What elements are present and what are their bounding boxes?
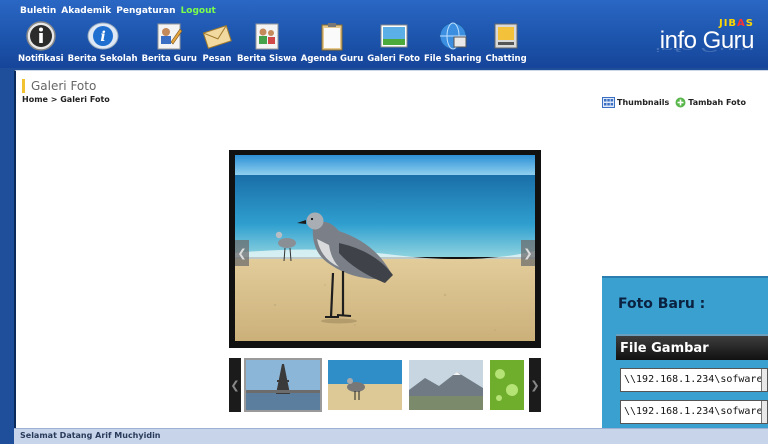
file-image-header: File Gambar	[616, 334, 768, 360]
thumbs-prev-button[interactable]: ❮	[229, 358, 241, 412]
previous-photo-button[interactable]: ❮	[235, 240, 249, 266]
toolbar-agenda-guru[interactable]: Agenda Guru	[299, 20, 366, 66]
add-icon	[675, 97, 686, 108]
gallery-actions: Thumbnails Tambah Foto	[602, 97, 746, 108]
file-input-1[interactable]: \\192.168.1.234\sofware	[620, 368, 768, 392]
info-icon	[26, 21, 56, 51]
teacher-news-icon	[157, 23, 183, 50]
toolbar-label: File Sharing	[423, 54, 482, 64]
thumbnails-button[interactable]: Thumbnails	[602, 97, 669, 108]
file-path-1: \\192.168.1.234\sofware	[624, 374, 763, 385]
add-photo-label: Tambah Foto	[688, 98, 746, 107]
thumbnail-eiffel-tower[interactable]	[244, 358, 322, 412]
logout-link[interactable]: Logout	[181, 6, 216, 16]
breadcrumb[interactable]: Home > Galeri Foto	[22, 95, 110, 104]
chevron-left-icon: ❮	[230, 378, 240, 392]
thumbs-next-button[interactable]: ❯	[529, 358, 541, 412]
thumbnail-image	[246, 360, 320, 410]
thumbnail-seagull-beach[interactable]	[326, 358, 404, 412]
toolbar-berita-guru[interactable]: Berita Guru	[140, 20, 199, 66]
chevron-right-icon: ❯	[523, 246, 533, 260]
brand-logo: JIBAS info Guru info Guru	[655, 18, 754, 63]
photo-icon	[380, 24, 408, 48]
welcome-text: Selamat Datang Arif Muchyidin	[20, 431, 161, 440]
chat-icon	[494, 23, 518, 49]
toolbar-chatting[interactable]: Chatting	[483, 20, 528, 66]
app-name-reflection: info Guru	[655, 48, 754, 53]
thumbnail-green-leaf[interactable]	[488, 358, 526, 412]
title-bar: Galeri Foto	[22, 79, 96, 93]
file-sharing-icon	[439, 22, 467, 50]
menu-buletin[interactable]: Buletin	[20, 6, 56, 16]
toolbar-berita-sekolah[interactable]: i Berita Sekolah	[66, 20, 140, 66]
grid-icon	[602, 97, 616, 108]
toolbar-pesan[interactable]: Pesan	[199, 20, 235, 66]
toolbar-label: Agenda Guru	[300, 54, 364, 64]
student-news-icon	[255, 23, 279, 50]
browse-button-2[interactable]	[761, 401, 767, 423]
thumbnail-strip: ❮ ❯	[229, 358, 541, 412]
chevron-left-icon: ❮	[237, 246, 247, 260]
thumbnail-image	[409, 360, 483, 410]
menu-akademik[interactable]: Akademik	[61, 6, 111, 16]
toolbar-label: Pesan	[202, 54, 232, 64]
photo-viewer: ❮ ❯	[229, 150, 541, 348]
menu-pengaturan[interactable]: Pengaturan	[116, 6, 175, 16]
envelope-icon	[202, 25, 232, 49]
new-photo-panel: Foto Baru : File Gambar \\192.168.1.234\…	[602, 276, 768, 444]
toolbar-label: Berita Sekolah	[67, 54, 138, 64]
thumbnail-image	[328, 360, 402, 410]
main-toolbar: Notifikasi i Berita Sekolah Berita Guru	[16, 20, 529, 66]
toolbar-label: Galeri Foto	[367, 54, 420, 64]
top-menu: Buletin Akademik Pengaturan Logout	[20, 6, 216, 16]
page-title: Galeri Foto	[31, 79, 97, 93]
thumbnail-mountains[interactable]	[407, 358, 485, 412]
file-path-2: \\192.168.1.234\sofware	[624, 406, 763, 417]
toolbar-label: Chatting	[485, 54, 527, 64]
thumbnails-label: Thumbnails	[617, 98, 670, 107]
add-photo-button[interactable]: Tambah Foto	[675, 97, 746, 108]
clipboard-icon	[321, 23, 343, 51]
status-footer: Selamat Datang Arif Muchyidin	[14, 428, 768, 444]
app-header: Buletin Akademik Pengaturan Logout Notif…	[0, 0, 768, 68]
svg-text:i: i	[100, 29, 105, 45]
new-photo-title: Foto Baru :	[618, 296, 706, 312]
toolbar-label: Notifikasi	[18, 54, 64, 64]
chevron-right-icon: ❯	[530, 378, 540, 392]
toolbar-file-sharing[interactable]: File Sharing	[422, 20, 484, 66]
toolbar-galeri-foto[interactable]: Galeri Foto	[365, 20, 422, 66]
browse-button-1[interactable]	[761, 369, 767, 391]
file-input-2[interactable]: \\192.168.1.234\sofware	[620, 400, 768, 424]
toolbar-berita-siswa[interactable]: Berita Siswa	[235, 20, 299, 66]
toolbar-label: Berita Siswa	[236, 54, 297, 64]
main-photo[interactable]	[235, 155, 535, 341]
next-photo-button[interactable]: ❯	[521, 240, 535, 266]
thumbnail-image	[490, 360, 524, 410]
info-globe-icon: i	[87, 22, 119, 50]
toolbar-notifikasi[interactable]: Notifikasi	[16, 20, 66, 66]
toolbar-label: Berita Guru	[141, 54, 197, 64]
